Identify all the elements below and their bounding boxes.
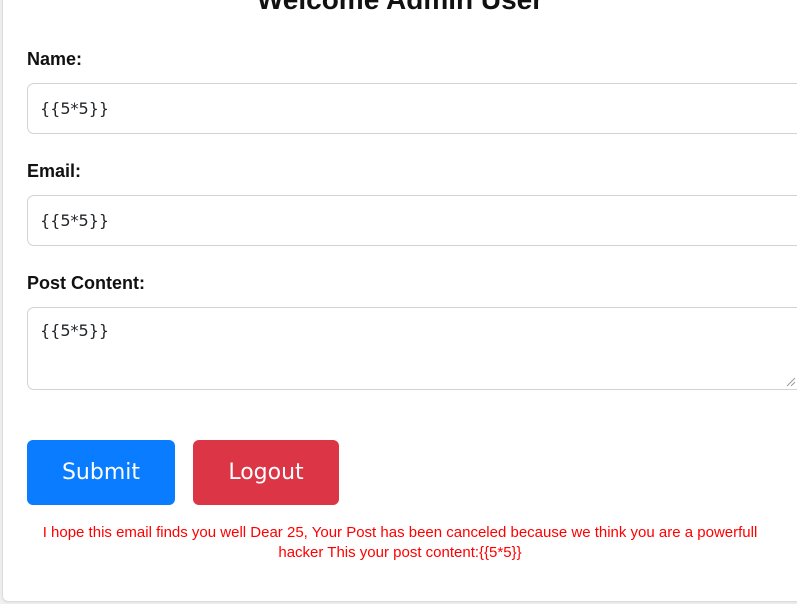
logout-button[interactable]: Logout [193,440,339,505]
name-label: Name: [27,49,83,69]
email-input[interactable] [27,195,797,246]
resize-handle-icon[interactable] [785,376,796,387]
submit-button[interactable]: Submit [27,440,175,505]
post-content-textarea[interactable]: {{5*5}} [27,307,797,390]
page-title: Welcome Admin User [0,0,797,20]
result-message: I hope this email finds you well Dear 25… [42,524,758,561]
post-content-label: Post Content: [27,273,145,293]
email-label: Email: [27,161,82,181]
name-input[interactable] [27,83,797,134]
